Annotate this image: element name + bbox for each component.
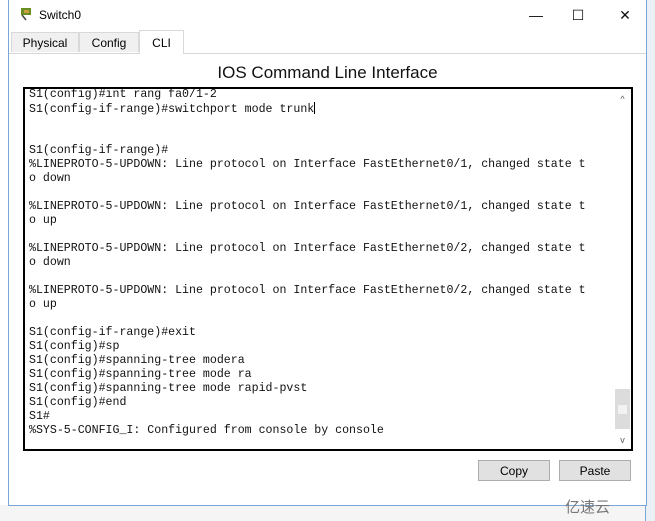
- tab-cli[interactable]: CLI: [139, 30, 184, 54]
- tab-config[interactable]: Config: [79, 32, 139, 52]
- page-title: IOS Command Line Interface: [217, 63, 438, 82]
- terminal-line: %LINEPROTO-5-UPDOWN: Line protocol on In…: [29, 242, 586, 255]
- terminal-line: S1(config)#spanning-tree mode rapid-pvst: [29, 382, 308, 395]
- terminal-line: o up: [29, 298, 57, 311]
- terminal-line: S1(config)#spanning-tree mode ra: [29, 368, 252, 381]
- terminal-line: o up: [29, 214, 57, 227]
- scroll-down-icon[interactable]: v: [614, 432, 631, 449]
- terminal-line: S1(config)#int rang fa0/1-2: [29, 88, 217, 101]
- title-bar: Switch0 — ☐ ✕: [9, 0, 646, 30]
- terminal-line: S1(config-if-range)#: [29, 144, 169, 157]
- terminal-line: o down: [29, 256, 71, 269]
- terminal-line: %LINEPROTO-5-UPDOWN: Line protocol on In…: [29, 200, 586, 213]
- terminal-line: S1(config)#spanning-tree modera: [29, 354, 245, 367]
- copy-button[interactable]: Copy: [478, 460, 550, 481]
- switch-window: Switch0 — ☐ ✕ Physical Config CLI IOS Co…: [8, 0, 647, 506]
- tab-physical[interactable]: Physical: [11, 32, 79, 52]
- scroll-up-icon[interactable]: ^: [614, 91, 631, 108]
- switch-app-icon: [21, 8, 31, 21]
- terminal-line: o down: [29, 172, 71, 185]
- tab-bar: Physical Config CLI: [9, 30, 646, 54]
- terminal-line: S1(config-if-range)#switchport mode trun…: [29, 102, 316, 116]
- terminal-line: S1#: [29, 410, 50, 423]
- terminal-line: S1(config)#end: [29, 396, 127, 409]
- minimize-button[interactable]: —: [522, 4, 550, 26]
- text-cursor: [314, 102, 316, 114]
- terminal-line: S1(config-if-range)#exit: [29, 326, 196, 339]
- scroll-track[interactable]: [615, 389, 630, 429]
- window-title: Switch0: [39, 8, 82, 22]
- paste-button[interactable]: Paste: [559, 460, 631, 481]
- terminal-line: %LINEPROTO-5-UPDOWN: Line protocol on In…: [29, 158, 586, 171]
- terminal-output: S1(config)#int rang fa0/1-2 S1(config-if-…: [29, 88, 586, 438]
- background-window: [0, 505, 645, 521]
- terminal-line: S1(config)#sp: [29, 340, 120, 353]
- maximize-button[interactable]: ☐: [564, 4, 592, 26]
- terminal-line: %SYS-5-CONFIG_I: Configured from console…: [29, 424, 384, 437]
- terminal-line: %LINEPROTO-5-UPDOWN: Line protocol on In…: [29, 284, 586, 297]
- close-button[interactable]: ✕: [611, 4, 639, 26]
- vertical-scrollbar[interactable]: ^ v: [614, 89, 631, 449]
- scroll-thumb[interactable]: [618, 405, 627, 414]
- cli-terminal[interactable]: S1(config)#int rang fa0/1-2 S1(config-if-…: [23, 87, 633, 451]
- watermark-logo: 亿速云: [565, 499, 611, 516]
